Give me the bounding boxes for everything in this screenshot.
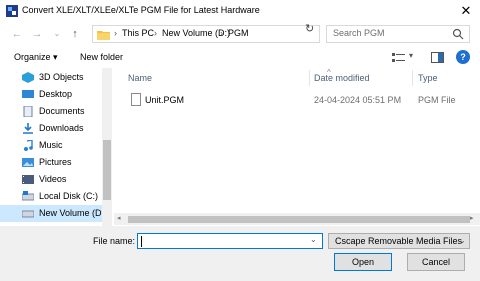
scroll-right-icon[interactable]: ▸ xyxy=(470,214,474,222)
sidebar-item-label: 3D Objects xyxy=(39,72,84,82)
file-name-label: File name: xyxy=(93,236,136,246)
column-header-date-modified[interactable]: Date modified xyxy=(314,73,370,83)
file-name-input[interactable] xyxy=(137,233,323,249)
cancel-button[interactable]: Cancel xyxy=(407,253,465,271)
chevron-down-icon: ⌄ xyxy=(459,236,466,245)
sidebar-item-new-volume-d[interactable]: New Volume (D:) xyxy=(0,205,107,222)
breadcrumb-separator: › xyxy=(154,28,157,38)
breadcrumb-separator: › xyxy=(114,28,117,38)
preview-pane-icon[interactable] xyxy=(431,52,444,63)
view-options-icon[interactable] xyxy=(392,52,406,63)
text-caret xyxy=(141,236,142,247)
sidebar-item-label: Music xyxy=(39,140,63,150)
breadcrumb-separator: › xyxy=(220,28,223,38)
navigation-scrollbar-thumb[interactable] xyxy=(103,140,111,200)
folder-icon xyxy=(97,31,110,40)
file-name-cell[interactable]: Unit.PGM xyxy=(145,95,184,105)
sidebar-item-local-disk-c[interactable]: Local Disk (C:) xyxy=(0,188,102,205)
sidebar-item-label: Pictures xyxy=(39,157,72,167)
command-bar: Organize ▾ New folder ▾ ? xyxy=(0,48,480,68)
sidebar-item-music[interactable]: Music xyxy=(0,137,102,154)
file-name-dropdown-chevron-icon[interactable]: ⌄ xyxy=(310,235,317,244)
downloads-icon xyxy=(23,123,33,134)
back-arrow-icon[interactable]: ← xyxy=(10,26,24,42)
sidebar-item-3d-objects[interactable]: 3D Objects xyxy=(0,69,102,86)
sidebar-item-documents[interactable]: Documents xyxy=(0,103,102,120)
file-type-cell: PGM File xyxy=(418,95,456,105)
new-folder-button[interactable]: New folder xyxy=(80,52,123,62)
sidebar-item-label: Local Disk (C:) xyxy=(39,191,99,201)
column-divider[interactable] xyxy=(309,70,310,86)
address-row: ← → ⌄ ↑ › This PC › New Volume (D:) › PG… xyxy=(0,22,480,46)
scroll-left-icon[interactable]: ◂ xyxy=(117,214,121,222)
desktop-icon xyxy=(22,90,34,98)
sidebar-item-label: Videos xyxy=(39,174,67,184)
view-dropdown-chevron-icon[interactable]: ▾ xyxy=(409,51,413,60)
window-title: Convert XLE/XLT/XLEe/XLTe PGM File for L… xyxy=(22,5,260,15)
sidebar-item-downloads[interactable]: Downloads xyxy=(0,120,102,137)
address-bar[interactable]: › This PC › New Volume (D:) › PGM ⌄ xyxy=(92,25,386,43)
documents-icon xyxy=(23,106,33,117)
sidebar-item-videos[interactable]: Videos xyxy=(0,171,102,188)
breadcrumb-pgm[interactable]: PGM xyxy=(228,28,249,38)
search-placeholder: Search PGM xyxy=(333,28,385,38)
horizontal-scrollbar-thumb[interactable] xyxy=(128,216,470,223)
navigation-pane: 3D Objects Desktop Documents Downloads M… xyxy=(0,68,114,226)
close-button[interactable]: ✕ xyxy=(452,0,480,22)
refresh-icon[interactable]: ↻ xyxy=(305,22,314,35)
drive-icon xyxy=(22,210,34,218)
sidebar-item-label: Documents xyxy=(39,106,85,116)
recent-locations-chevron-icon[interactable]: ⌄ xyxy=(50,26,64,42)
music-icon xyxy=(24,140,33,151)
pictures-icon xyxy=(22,158,34,167)
sidebar-item-label: Desktop xyxy=(39,89,73,99)
forward-arrow-icon[interactable]: → xyxy=(30,26,44,42)
column-divider[interactable] xyxy=(412,70,413,86)
file-type-filter-select[interactable]: Cscape Removable Media Files ⌄ xyxy=(328,233,470,249)
file-type-filter-value: Cscape Removable Media Files xyxy=(335,236,463,246)
search-input[interactable]: Search PGM xyxy=(326,25,470,43)
videos-icon xyxy=(22,175,34,184)
breadcrumb-this-pc[interactable]: This PC xyxy=(122,28,154,38)
file-icon xyxy=(131,93,141,106)
column-header-type[interactable]: Type xyxy=(418,73,438,83)
search-icon[interactable] xyxy=(452,28,464,40)
organize-button[interactable]: Organize ▾ xyxy=(14,52,58,63)
open-button[interactable]: Open xyxy=(334,253,392,271)
sidebar-item-pictures[interactable]: Pictures xyxy=(0,154,102,171)
sidebar-item-label: New Volume (D:) xyxy=(39,208,108,218)
sidebar-item-desktop[interactable]: Desktop xyxy=(0,86,102,103)
3d-objects-icon xyxy=(22,72,34,83)
column-header-name[interactable]: Name xyxy=(128,73,152,83)
file-date-cell: 24-04-2024 05:51 PM xyxy=(314,95,402,105)
help-icon[interactable]: ? xyxy=(456,50,470,64)
up-arrow-icon[interactable]: ↑ xyxy=(68,26,82,42)
app-icon xyxy=(6,5,18,17)
sidebar-item-label: Downloads xyxy=(39,123,84,133)
drive-icon xyxy=(22,191,34,201)
